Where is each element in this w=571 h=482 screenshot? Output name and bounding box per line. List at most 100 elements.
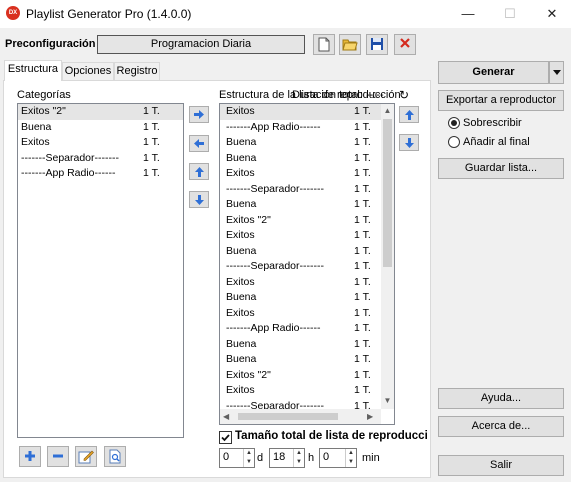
structure-move-up-button[interactable] bbox=[399, 106, 419, 123]
structure-row[interactable]: Buena 1 T. bbox=[220, 151, 381, 167]
minutes-value: 0 bbox=[323, 451, 330, 463]
structure-row[interactable]: Exitos 1 T. bbox=[220, 275, 381, 291]
window-title: Playlist Generator Pro (1.4.0.0) bbox=[26, 7, 192, 21]
maximize-button[interactable]: ☐ bbox=[493, 0, 527, 28]
hours-value: 18 bbox=[273, 451, 286, 463]
delete-preset-button[interactable] bbox=[394, 34, 416, 55]
generate-button[interactable]: Generar bbox=[438, 61, 549, 84]
arrow-left-icon bbox=[194, 139, 204, 148]
structure-row[interactable]: Exitos 1 T. bbox=[220, 228, 381, 244]
document-search-icon bbox=[109, 449, 121, 464]
new-file-icon bbox=[318, 37, 330, 52]
new-preset-button[interactable] bbox=[313, 34, 335, 55]
minimize-button[interactable]: — bbox=[451, 0, 485, 28]
refresh-icon[interactable]: ↻ bbox=[399, 88, 409, 102]
minutes-spinner[interactable]: 0 ▲ ▼ bbox=[319, 448, 357, 468]
hours-spinner[interactable]: 18 ▲ ▼ bbox=[269, 448, 305, 468]
category-row[interactable]: Exitos "2" 1 T. bbox=[18, 104, 183, 120]
structure-row[interactable]: Exitos 1 T. bbox=[220, 104, 381, 120]
structure-row[interactable]: -------Separador------- 1 T. bbox=[220, 259, 381, 275]
preset-field[interactable]: Programacion Diaria bbox=[97, 35, 305, 54]
remove-category-button[interactable] bbox=[47, 446, 69, 467]
arrow-right-icon bbox=[194, 110, 204, 119]
edit-pencil-icon bbox=[78, 450, 94, 464]
total-size-label: Tamaño total de lista de reproducción bbox=[235, 430, 427, 442]
append-label: Añadir al final bbox=[463, 136, 530, 148]
horizontal-scroll-thumb[interactable] bbox=[238, 413, 338, 420]
structure-row[interactable]: -------App Radio------ 1 T. bbox=[220, 321, 381, 337]
category-move-up-button[interactable] bbox=[189, 163, 209, 180]
overwrite-radio[interactable] bbox=[448, 117, 460, 129]
structure-row[interactable]: Exitos "2" 1 T. bbox=[220, 213, 381, 229]
total-size-checkbox[interactable] bbox=[219, 431, 232, 444]
arrow-up-icon bbox=[404, 110, 414, 120]
structure-row[interactable]: Exitos "2" 1 T. bbox=[220, 368, 381, 384]
category-row[interactable]: Buena 1 T. bbox=[18, 120, 183, 136]
hours-unit: h bbox=[308, 452, 315, 464]
category-row[interactable]: -------Separador------- 1 T. bbox=[18, 151, 183, 167]
arrow-down-icon bbox=[404, 138, 414, 148]
days-value: 0 bbox=[223, 451, 230, 463]
open-preset-button[interactable] bbox=[339, 34, 361, 55]
arrow-up-icon bbox=[194, 167, 204, 177]
structure-row[interactable]: Buena 1 T. bbox=[220, 135, 381, 151]
structure-list-viewport: Exitos 1 T. -------App Radio------ 1 T. Bu… bbox=[220, 104, 381, 409]
category-row[interactable]: Exitos 1 T. bbox=[18, 135, 183, 151]
app-logo-icon: DX bbox=[6, 6, 20, 20]
about-button[interactable]: Acerca de... bbox=[438, 416, 564, 437]
category-properties-button[interactable] bbox=[104, 446, 126, 467]
scroll-down-icon[interactable]: ▼ bbox=[381, 396, 394, 405]
structure-list[interactable]: Exitos 1 T. -------App Radio------ 1 T. Bu… bbox=[219, 103, 395, 425]
minus-icon bbox=[53, 454, 63, 458]
save-preset-button[interactable] bbox=[366, 34, 388, 55]
structure-row[interactable]: Exitos 1 T. bbox=[220, 166, 381, 182]
structure-row[interactable]: Buena 1 T. bbox=[220, 244, 381, 260]
exit-button[interactable]: Salir bbox=[438, 455, 564, 476]
structure-vertical-scrollbar[interactable]: ▲ ▼ bbox=[381, 104, 394, 409]
category-row[interactable]: -------App Radio------ 1 T. bbox=[18, 166, 183, 182]
checkmark-icon bbox=[221, 434, 230, 442]
structure-row[interactable]: Exitos 1 T. bbox=[220, 383, 381, 399]
append-radio[interactable] bbox=[448, 136, 460, 148]
arrow-down-icon bbox=[194, 195, 204, 205]
structure-row[interactable]: -------App Radio------ 1 T. bbox=[220, 120, 381, 136]
categories-list[interactable]: Exitos "2" 1 T. Buena 1 T. Exitos 1 T. ----… bbox=[17, 103, 184, 438]
scroll-left-icon[interactable]: ◀ bbox=[223, 412, 229, 421]
spinner-arrows-icon[interactable]: ▲ ▼ bbox=[293, 449, 304, 467]
preset-label: Preconfiguración bbox=[5, 38, 96, 50]
structure-row[interactable]: Buena 1 T. bbox=[220, 197, 381, 213]
categories-label: Categorías bbox=[17, 89, 71, 101]
help-button[interactable]: Ayuda... bbox=[438, 388, 564, 409]
close-button[interactable]: ✕ bbox=[535, 0, 569, 28]
generate-dropdown-button[interactable] bbox=[549, 61, 564, 84]
folder-open-icon bbox=[342, 39, 358, 51]
title-bar: DX Playlist Generator Pro (1.4.0.0) — ☐ … bbox=[0, 0, 571, 28]
days-spinner[interactable]: 0 ▲ ▼ bbox=[219, 448, 255, 468]
tab-registro[interactable]: Registro bbox=[114, 62, 160, 80]
edit-category-button[interactable] bbox=[75, 446, 97, 467]
remove-from-structure-button[interactable] bbox=[189, 135, 209, 152]
export-to-player-button[interactable]: Exportar a reproductor bbox=[438, 90, 564, 111]
save-list-button[interactable]: Guardar lista... bbox=[438, 158, 564, 179]
delete-x-icon bbox=[400, 38, 410, 48]
add-category-button[interactable] bbox=[19, 446, 41, 467]
structure-row[interactable]: Buena 1 T. bbox=[220, 290, 381, 306]
overwrite-label: Sobrescribir bbox=[463, 117, 522, 129]
structure-row[interactable]: -------Separador------- 1 T. bbox=[220, 182, 381, 198]
spinner-arrows-icon[interactable]: ▲ ▼ bbox=[243, 449, 254, 467]
spinner-arrows-icon[interactable]: ▲ ▼ bbox=[345, 449, 356, 467]
scroll-up-icon[interactable]: ▲ bbox=[381, 106, 394, 115]
structure-row[interactable]: Buena 1 T. bbox=[220, 337, 381, 353]
chevron-down-icon bbox=[552, 70, 561, 75]
structure-horizontal-scrollbar[interactable]: ◀ ▶ bbox=[220, 409, 381, 424]
structure-row[interactable]: -------Separador------- 1 T. bbox=[220, 399, 381, 410]
tab-estructura[interactable]: Estructura bbox=[4, 60, 62, 81]
category-move-down-button[interactable] bbox=[189, 191, 209, 208]
structure-move-down-button[interactable] bbox=[399, 134, 419, 151]
structure-row[interactable]: Exitos 1 T. bbox=[220, 306, 381, 322]
structure-row[interactable]: Buena 1 T. bbox=[220, 352, 381, 368]
tab-opciones[interactable]: Opciones bbox=[62, 62, 114, 80]
add-to-structure-button[interactable] bbox=[189, 106, 209, 123]
scroll-right-icon[interactable]: ▶ bbox=[367, 412, 373, 421]
vertical-scroll-thumb[interactable] bbox=[383, 119, 392, 267]
